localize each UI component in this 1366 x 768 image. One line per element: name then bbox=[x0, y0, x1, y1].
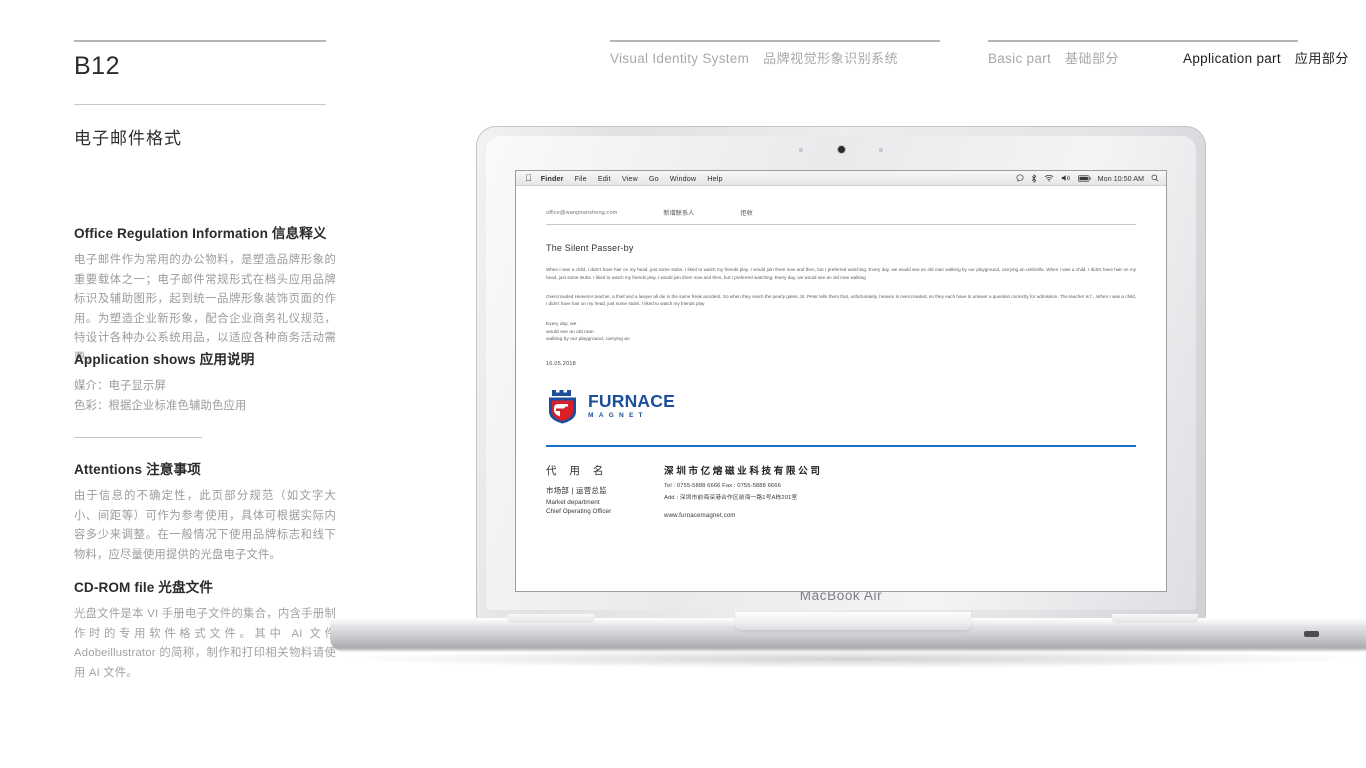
section-office-regulation: Office Regulation Information 信息释义 电子邮件作… bbox=[74, 222, 336, 368]
attentions-heading: Attentions 注意事项 bbox=[74, 462, 201, 477]
signature-person-block: 代 用 名 市场部 | 运营总监 Market department Chief… bbox=[546, 463, 664, 519]
email-short-lines: Every day, we would see an old man walki… bbox=[546, 321, 1136, 344]
signature-website[interactable]: www.furnacemagnet.com bbox=[664, 512, 1136, 519]
email-paragraph-2: Overcrowded HeavenA teacher, a thief and… bbox=[546, 293, 1136, 307]
wifi-icon[interactable] bbox=[1044, 174, 1054, 182]
email-short-line-1: Every day, we bbox=[546, 322, 577, 328]
nav-basic-part-en[interactable]: Basic part bbox=[988, 51, 1051, 66]
appshow-line-2: 色彩：根据企业标准色辅助色应用 bbox=[74, 399, 247, 412]
office-heading: Office Regulation Information 信息释义 bbox=[74, 226, 327, 241]
laptop-shadow bbox=[348, 650, 1358, 668]
menu-bar-clock[interactable]: Mon 10:50 AM bbox=[1098, 174, 1144, 183]
header-rule-visual-identity bbox=[610, 40, 940, 42]
macbook-air-mockup: MacBook Air  Finder File Edit View Go W… bbox=[330, 126, 1366, 668]
email-short-line-3: walking by our playground, carrying an bbox=[546, 337, 630, 343]
logo-wordmark-block: FURNACE MAGNET bbox=[588, 390, 675, 420]
laptop-base bbox=[330, 612, 1366, 652]
header-rule-left-lower bbox=[74, 104, 326, 105]
menu-item-edit[interactable]: Edit bbox=[598, 174, 611, 183]
menu-item-window[interactable]: Window bbox=[670, 174, 696, 183]
email-signature: 代 用 名 市场部 | 运营总监 Market department Chief… bbox=[546, 463, 1136, 519]
microphone-right-icon bbox=[879, 148, 883, 152]
cdrom-body: 光盘文件是本 VI 手册电子文件的集合，内含手册制作时的专用软件格式文件。其中 … bbox=[74, 608, 336, 679]
attentions-body: 由于信息的不确定性，此页部分规范（如文字大小、间距等）可作为参考使用，具体可根据… bbox=[74, 490, 336, 561]
macos-menu-bar:  Finder File Edit View Go Window Help M… bbox=[516, 171, 1166, 186]
menu-item-finder[interactable]: Finder bbox=[541, 174, 564, 183]
nav-visual-identity-system: Visual Identity System 品牌视觉形象识别系统 bbox=[610, 48, 898, 67]
signature-role-en-2: Chief Operating Officer bbox=[546, 507, 612, 515]
signature-role-cn: 市场部 | 运营总监 bbox=[546, 485, 607, 495]
spotlight-search-icon[interactable] bbox=[1151, 174, 1159, 182]
signature-role-en-1: Market department bbox=[546, 498, 600, 506]
laptop-port-icon bbox=[1304, 631, 1319, 637]
nav-application-part-en[interactable]: Application part bbox=[1183, 51, 1281, 66]
vi-manual-page: B12 电子邮件格式 Visual Identity System 品牌视觉形象… bbox=[0, 0, 1366, 768]
email-from-address[interactable]: office@wanpiransheng.com bbox=[546, 210, 617, 216]
email-add-contact-action[interactable]: 新增联系人 bbox=[663, 208, 694, 217]
logo-subword: MAGNET bbox=[588, 412, 648, 420]
page-code: B12 bbox=[74, 52, 120, 80]
section-divider bbox=[74, 437, 202, 438]
signature-company-block: 深圳市亿熔磁业科技有限公司 Tel : 0755-5888 6666 Fax :… bbox=[664, 463, 1136, 519]
appshow-line-1: 媒介：电子显示屏 bbox=[74, 380, 166, 392]
appshow-heading: Application shows 应用说明 bbox=[74, 352, 255, 367]
signature-company-name: 深圳市亿熔磁业科技有限公司 bbox=[664, 465, 823, 477]
email-paragraph-1: When I was a child, I didn't have hair o… bbox=[546, 267, 1136, 280]
furnace-magnet-shield-icon bbox=[549, 389, 576, 424]
email-client-window: office@wanpiransheng.com 新增联系人 拒收 The Si… bbox=[516, 186, 1166, 591]
page-title: 电子邮件格式 bbox=[74, 129, 182, 148]
nav-basic-part-cn[interactable]: 基础部分 bbox=[1065, 48, 1119, 67]
signature-name: 代 用 名 bbox=[546, 464, 609, 477]
volume-icon[interactable] bbox=[1061, 174, 1071, 182]
brand-logo: FURNACE MAGNET bbox=[546, 389, 1136, 424]
email-header-row: office@wanpiransheng.com 新增联系人 拒收 bbox=[546, 208, 1136, 218]
laptop-hinge bbox=[734, 612, 971, 630]
apple-logo-icon[interactable]:  bbox=[525, 173, 532, 183]
nav-vis-en: Visual Identity System bbox=[610, 51, 750, 66]
menu-item-help[interactable]: Help bbox=[707, 174, 722, 183]
webcam-icon bbox=[837, 146, 845, 153]
notification-icon[interactable] bbox=[1016, 174, 1024, 182]
laptop-foot-left bbox=[508, 614, 594, 623]
laptop-screen:  Finder File Edit View Go Window Help M… bbox=[515, 170, 1167, 592]
menu-item-go[interactable]: Go bbox=[649, 174, 659, 183]
nav-vis-cn: 品牌视觉形象识别系统 bbox=[763, 51, 899, 66]
nav-parts: Basic part 基础部分 Application part 应用部分 bbox=[988, 48, 1349, 67]
laptop-foot-right bbox=[1112, 614, 1198, 623]
logo-word: FURNACE bbox=[588, 390, 675, 411]
menu-item-view[interactable]: View bbox=[622, 174, 638, 183]
email-reject-action[interactable]: 拒收 bbox=[740, 208, 752, 217]
signature-telephone: Tel : 0755-5888 6666 Fax : 0755-5888 666… bbox=[664, 482, 781, 489]
menu-bar-status-area: Mon 10:50 AM bbox=[1016, 174, 1159, 183]
bluetooth-icon[interactable] bbox=[1031, 173, 1037, 183]
nav-application-part-cn[interactable]: 应用部分 bbox=[1295, 48, 1349, 67]
header-rule-left bbox=[74, 40, 326, 42]
section-attentions: Attentions 注意事项 由于信息的不确定性，此页部分规范（如文字大小、间… bbox=[74, 458, 336, 565]
email-subject: The Silent Passer-by bbox=[546, 243, 634, 253]
cdrom-heading: CD-ROM file 光盘文件 bbox=[74, 580, 214, 595]
microphone-left-icon bbox=[799, 148, 803, 152]
email-short-line-2: would see an old man bbox=[546, 329, 594, 335]
signature-address: Add : 深圳市前海深港合作区前海一路1号A栋201室 bbox=[664, 494, 798, 501]
battery-icon[interactable] bbox=[1077, 174, 1091, 182]
section-cdrom-file: CD-ROM file 光盘文件 光盘文件是本 VI 手册电子文件的集合，内含手… bbox=[74, 576, 336, 683]
header-rule-parts bbox=[988, 40, 1298, 42]
email-date: 16.05.2018 bbox=[546, 360, 576, 367]
laptop-lid: MacBook Air  Finder File Edit View Go W… bbox=[476, 126, 1206, 620]
signature-divider bbox=[546, 444, 1136, 447]
email-header-divider bbox=[546, 224, 1136, 225]
section-application-shows: Application shows 应用说明 媒介：电子显示屏 色彩：根据企业标… bbox=[74, 348, 336, 416]
menu-item-file[interactable]: File bbox=[575, 174, 587, 183]
